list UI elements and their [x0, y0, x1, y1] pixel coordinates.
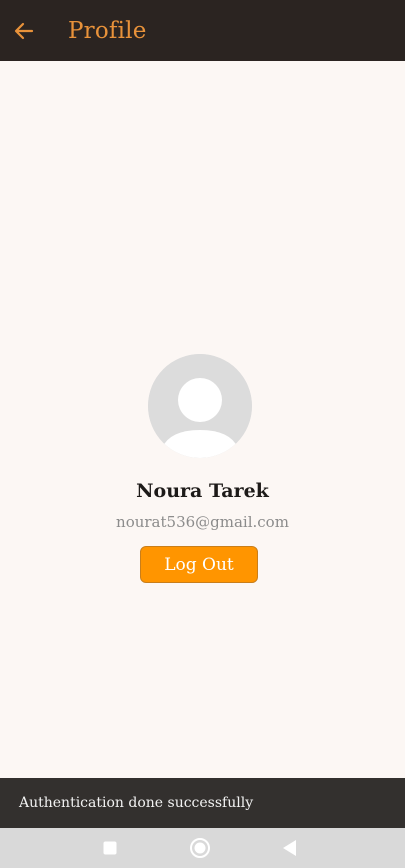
snackbar-message: Authentication done successfully: [19, 795, 254, 811]
user-name: Noura Tarek: [136, 480, 269, 502]
logout-button[interactable]: Log Out: [140, 546, 258, 583]
triangle-back-icon: [283, 840, 296, 856]
user-email: nourat536@gmail.com: [116, 513, 289, 531]
circle-icon: [190, 838, 210, 858]
app-bar: Profile: [0, 0, 405, 61]
profile-content: Noura Tarek nourat536@gmail.com Log Out: [0, 61, 405, 778]
snackbar: Authentication done successfully: [0, 778, 405, 828]
recents-button[interactable]: [80, 828, 140, 868]
page-title: Profile: [68, 17, 147, 44]
person-avatar-icon: [148, 354, 252, 458]
system-nav-bar: [0, 828, 405, 868]
back-button[interactable]: [0, 0, 48, 61]
home-button[interactable]: [170, 828, 230, 868]
square-icon: [103, 841, 117, 855]
back-nav-button[interactable]: [259, 828, 319, 868]
arrow-left-icon: [14, 22, 34, 39]
